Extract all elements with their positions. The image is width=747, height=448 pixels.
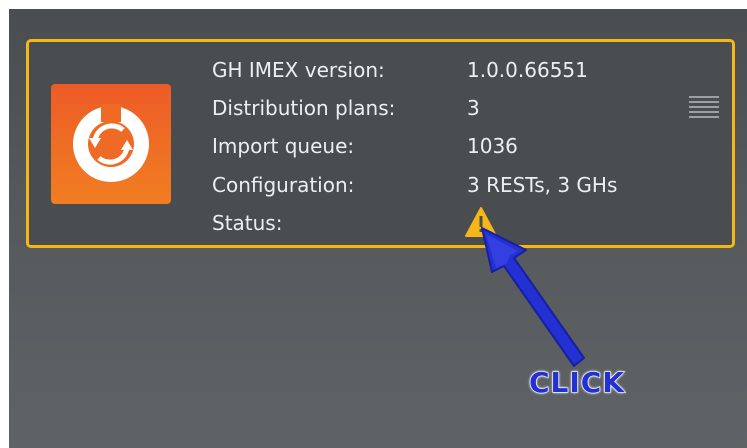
import-queue-label: Import queue: (212, 134, 355, 158)
configuration-label: Configuration: (212, 173, 355, 197)
click-annotation: CLICK (528, 365, 626, 399)
import-queue-value: 1036 (467, 134, 518, 158)
row-configuration: Configuration: 3 RESTs, 3 GHs (212, 170, 672, 200)
annotation-arrow-icon (481, 227, 585, 367)
status-label: Status: (212, 211, 283, 235)
row-distribution-plans: Distribution plans: 3 (212, 93, 672, 123)
gh-imex-status-card: GH IMEX version: 1.0.0.66551 Distributio… (26, 39, 735, 248)
distribution-plans-value: 3 (467, 96, 480, 120)
row-status: Status: (212, 208, 672, 238)
version-value: 1.0.0.66551 (467, 58, 588, 82)
hamburger-menu-icon[interactable] (689, 95, 719, 119)
row-version: GH IMEX version: 1.0.0.66551 (212, 55, 672, 85)
distribution-plans-label: Distribution plans: (212, 96, 396, 120)
row-import-queue: Import queue: 1036 (212, 131, 672, 161)
gh-imex-sync-icon (51, 84, 171, 204)
configuration-value: 3 RESTs, 3 GHs (467, 173, 618, 197)
version-label: GH IMEX version: (212, 58, 385, 82)
